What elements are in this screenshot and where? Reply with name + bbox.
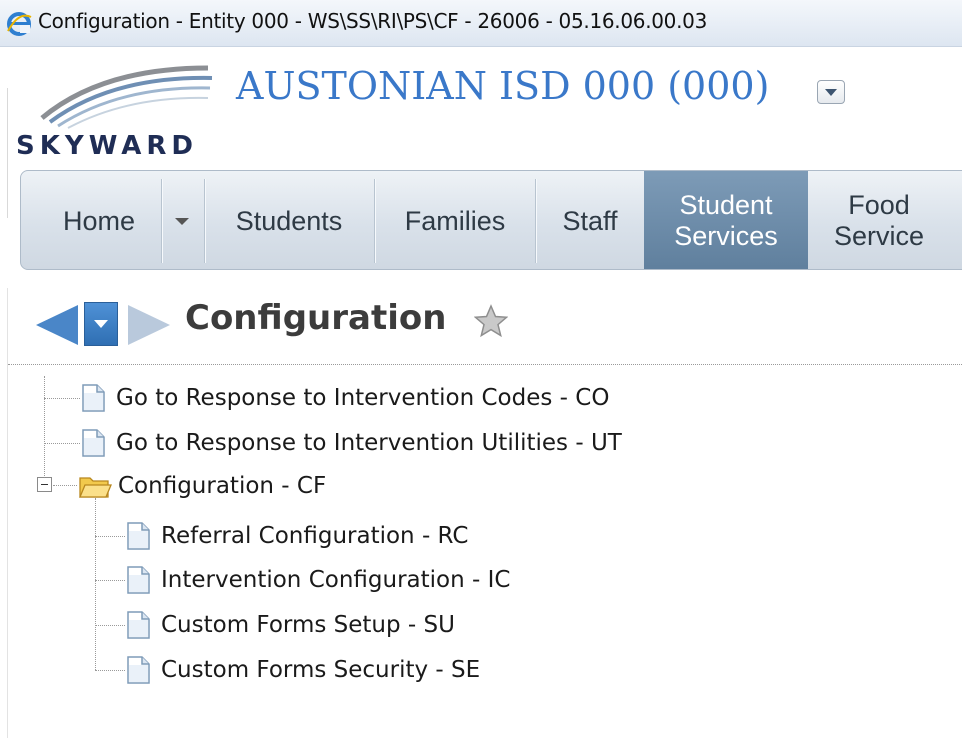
tree-connector bbox=[44, 376, 45, 478]
nav-home[interactable]: Home bbox=[47, 171, 151, 269]
tree-item-label: Go to Response to Intervention Codes - C… bbox=[116, 385, 610, 411]
document-icon bbox=[127, 566, 150, 594]
history-dropdown-button[interactable] bbox=[84, 302, 118, 346]
nav-staff-label: Staff bbox=[562, 205, 618, 236]
skyward-logo: SKYWARD bbox=[16, 65, 213, 160]
nav-home-dropdown[interactable] bbox=[162, 171, 202, 269]
arrow-left-icon[interactable] bbox=[34, 302, 80, 348]
chevron-down-icon bbox=[94, 320, 108, 328]
tree-folder-label: Configuration - CF bbox=[118, 473, 327, 499]
nav-food-service[interactable]: Food Service bbox=[809, 171, 949, 269]
tree-item-referral-configuration[interactable]: Referral Configuration - RC bbox=[125, 518, 468, 554]
document-icon bbox=[127, 656, 150, 684]
nav-student-services-line1: Student bbox=[679, 190, 773, 220]
main-nav: Home Students Families Staff Student Ser… bbox=[20, 170, 962, 270]
nav-families[interactable]: Families bbox=[375, 171, 535, 269]
tree-item-rti-codes[interactable]: Go to Response to Intervention Codes - C… bbox=[80, 380, 609, 416]
document-icon bbox=[82, 384, 105, 412]
nav-student-services-line2: Services bbox=[674, 221, 778, 251]
chevron-down-icon bbox=[825, 89, 837, 96]
nav-students-label: Students bbox=[235, 205, 343, 236]
nav-families-label: Families bbox=[404, 205, 506, 236]
tree-connector bbox=[44, 443, 80, 444]
nav-food-service-line1: Food bbox=[848, 190, 910, 220]
tree-item-custom-forms-setup[interactable]: Custom Forms Setup - SU bbox=[125, 607, 455, 643]
internet-explorer-icon bbox=[7, 12, 32, 36]
tree-item-label: Referral Configuration - RC bbox=[161, 523, 469, 549]
document-icon bbox=[82, 429, 105, 457]
tree-item-rti-utilities[interactable]: Go to Response to Intervention Utilities… bbox=[80, 425, 622, 461]
star-icon[interactable] bbox=[474, 304, 508, 338]
tree-item-intervention-configuration[interactable]: Intervention Configuration - IC bbox=[125, 562, 510, 598]
skyward-logo-text: SKYWARD bbox=[16, 131, 198, 160]
tree-connector bbox=[53, 485, 77, 486]
window-title: Configuration - Entity 000 - WS\SS\RI\PS… bbox=[38, 9, 708, 33]
tree-collapse-toggle[interactable] bbox=[37, 477, 52, 492]
nav-home-label: Home bbox=[62, 205, 136, 236]
tree-connector bbox=[95, 580, 125, 581]
chevron-down-icon bbox=[175, 218, 189, 225]
nav-student-services[interactable]: Student Services bbox=[644, 171, 808, 269]
window-titlebar: Configuration - Entity 000 - WS\SS\RI\PS… bbox=[0, 0, 962, 47]
tree-connector bbox=[95, 625, 125, 626]
left-divider bbox=[7, 88, 8, 218]
tree-item-label: Custom Forms Security - SE bbox=[161, 657, 481, 683]
document-icon bbox=[127, 611, 150, 639]
tree-connector bbox=[95, 498, 96, 670]
district-name: AUSTONIAN ISD 000 (000) bbox=[236, 64, 770, 108]
arrow-right-icon[interactable] bbox=[126, 302, 172, 348]
tree-connector bbox=[95, 536, 125, 537]
header-divider bbox=[8, 364, 962, 365]
nav-students[interactable]: Students bbox=[205, 171, 373, 269]
tree-connector bbox=[44, 398, 80, 399]
tree-item-label: Go to Response to Intervention Utilities… bbox=[116, 430, 622, 456]
folder-open-icon bbox=[79, 477, 112, 498]
tree-folder-configuration[interactable]: Configuration - CF bbox=[78, 468, 326, 504]
page-title: Configuration bbox=[185, 298, 447, 338]
document-icon bbox=[127, 522, 150, 550]
nav-staff[interactable]: Staff bbox=[536, 171, 644, 269]
tree-item-label: Intervention Configuration - IC bbox=[161, 567, 511, 593]
tree-item-label: Custom Forms Setup - SU bbox=[161, 612, 455, 638]
left-divider bbox=[7, 288, 8, 738]
nav-food-service-line2: Service bbox=[833, 221, 925, 251]
tree-item-custom-forms-security[interactable]: Custom Forms Security - SE bbox=[125, 652, 480, 688]
district-dropdown-button[interactable] bbox=[817, 80, 845, 104]
tree-connector bbox=[95, 670, 125, 671]
